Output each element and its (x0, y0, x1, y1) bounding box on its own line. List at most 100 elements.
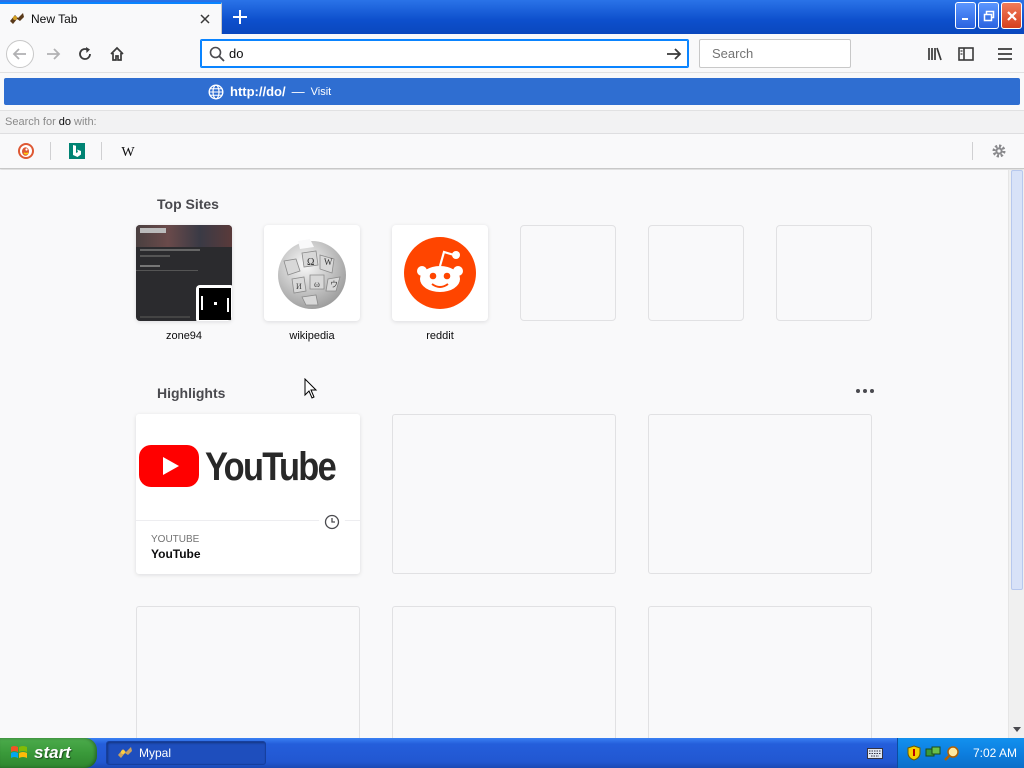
search-icon (209, 46, 225, 62)
search-settings-button[interactable] (979, 140, 1019, 162)
highlight-source: YOUTUBE (151, 534, 200, 545)
site-favicon (196, 285, 232, 321)
back-button[interactable] (5, 39, 35, 69)
close-icon (1006, 10, 1017, 21)
tab-new-tab[interactable]: New Tab (0, 2, 222, 34)
system-tray: 7:02 AM (897, 738, 1024, 768)
scrollbar-thumb[interactable] (1011, 170, 1023, 590)
svg-text:W: W (324, 257, 333, 267)
highlight-preview: YouTube (136, 414, 360, 521)
duckduckgo-engine-button[interactable] (6, 140, 46, 162)
screenshot-line (136, 270, 198, 271)
svg-text:ウ: ウ (330, 280, 338, 289)
new-tab-button[interactable] (226, 4, 254, 30)
highlight-placeholder (648, 606, 872, 738)
svg-text:И: И (296, 282, 302, 291)
screenshot-line (140, 249, 200, 251)
top-site-placeholder (776, 225, 872, 321)
clock-time: 7:02 AM (973, 746, 1018, 760)
wikipedia-icon: W (121, 145, 135, 158)
wikipedia-engine-button[interactable]: W (108, 140, 148, 162)
library-icon (928, 47, 942, 61)
one-off-search-engines: W (0, 134, 1024, 169)
back-arrow-icon (6, 40, 34, 68)
gear-icon (992, 144, 1006, 158)
url-suggestion-visit[interactable]: http://do/ — Visit (4, 78, 1020, 105)
top-site-placeholder (520, 225, 616, 321)
highlight-placeholder (648, 414, 872, 574)
start-button[interactable]: start (0, 738, 97, 768)
reddit-icon (404, 237, 476, 309)
top-site-empty (648, 225, 744, 321)
youtube-logo (139, 445, 200, 487)
highlight-card-youtube[interactable]: YouTube YOUTUBE YouTube (136, 414, 360, 574)
duckduckgo-icon (18, 143, 34, 159)
minimize-icon (961, 17, 968, 20)
top-site-label: reddit (426, 330, 454, 342)
svg-text:Ω: Ω (307, 257, 314, 268)
scroll-down-button[interactable] (1011, 724, 1023, 736)
keyboard-icon[interactable] (867, 746, 883, 760)
plus-icon (233, 10, 247, 24)
top-site-empty (520, 225, 616, 321)
restore-button[interactable] (978, 2, 999, 29)
highlights-more-button[interactable] (853, 384, 877, 398)
search-with-header: Search for do with: (0, 110, 1024, 134)
title-bar: New Tab (0, 0, 1024, 34)
top-site-empty (776, 225, 872, 321)
chevron-down-icon (1013, 727, 1021, 732)
sidebar-icon (958, 47, 974, 61)
globe-icon (208, 83, 224, 100)
mypal-icon (10, 13, 24, 24)
taskbar-item-label: Mypal (139, 746, 172, 760)
menu-button[interactable] (990, 39, 1020, 69)
security-shield-icon[interactable] (906, 745, 922, 761)
url-bar[interactable] (200, 39, 689, 68)
go-button[interactable] (660, 40, 688, 67)
reload-button[interactable] (70, 39, 100, 69)
vertical-scrollbar[interactable] (1008, 170, 1024, 738)
search-icon[interactable] (944, 745, 960, 761)
network-icon[interactable] (925, 745, 941, 761)
minimize-button[interactable] (955, 2, 976, 29)
start-label: start (34, 743, 71, 762)
highlight-placeholder (392, 414, 616, 574)
top-site-label: wikipedia (289, 330, 335, 342)
new-tab-page: Top Sites zone94 Ω W И ω ウ wikipedia red… (0, 170, 1008, 738)
engine-divider (972, 142, 973, 160)
top-site-thumbnail (392, 225, 488, 321)
screenshot-line (140, 316, 190, 318)
forward-arrow-icon (47, 48, 61, 60)
screenshot-logo (140, 228, 166, 233)
clock-icon (319, 509, 345, 535)
search-input[interactable] (708, 46, 888, 61)
bing-engine-button[interactable] (57, 140, 97, 162)
taskbar-item-mypal[interactable]: Mypal (106, 741, 266, 765)
url-input[interactable] (225, 46, 660, 61)
forward-button[interactable] (38, 39, 68, 69)
highlight-title: YouTube (151, 547, 201, 561)
close-tab-icon[interactable] (191, 5, 219, 33)
screenshot-line (140, 255, 170, 257)
svg-text:ω: ω (314, 279, 320, 289)
top-site-thumbnail: Ω W И ω ウ (264, 225, 360, 321)
windows-logo-icon (11, 746, 27, 758)
top-site-wikipedia[interactable]: Ω W И ω ウ wikipedia (264, 225, 360, 342)
top-site-thumbnail (136, 225, 232, 321)
close-window-button[interactable] (1001, 2, 1022, 29)
search-term: do (58, 116, 71, 128)
engine-divider (101, 142, 102, 160)
sidebar-button[interactable] (951, 39, 981, 69)
wikipedia-globe-icon: Ω W И ω ウ (278, 239, 346, 309)
library-button[interactable] (920, 39, 950, 69)
search-bar[interactable] (699, 39, 888, 68)
highlight-placeholder (392, 606, 616, 738)
restore-icon (983, 10, 994, 21)
highlights-heading: Highlights (157, 385, 226, 401)
taskbar: start Mypal 7:02 AM (0, 738, 1024, 768)
svg-text:W: W (121, 145, 135, 158)
home-button[interactable] (102, 39, 132, 69)
top-site-zone94[interactable]: zone94 (136, 225, 232, 342)
top-site-label: zone94 (165, 330, 203, 342)
top-site-reddit[interactable]: reddit (392, 225, 488, 342)
